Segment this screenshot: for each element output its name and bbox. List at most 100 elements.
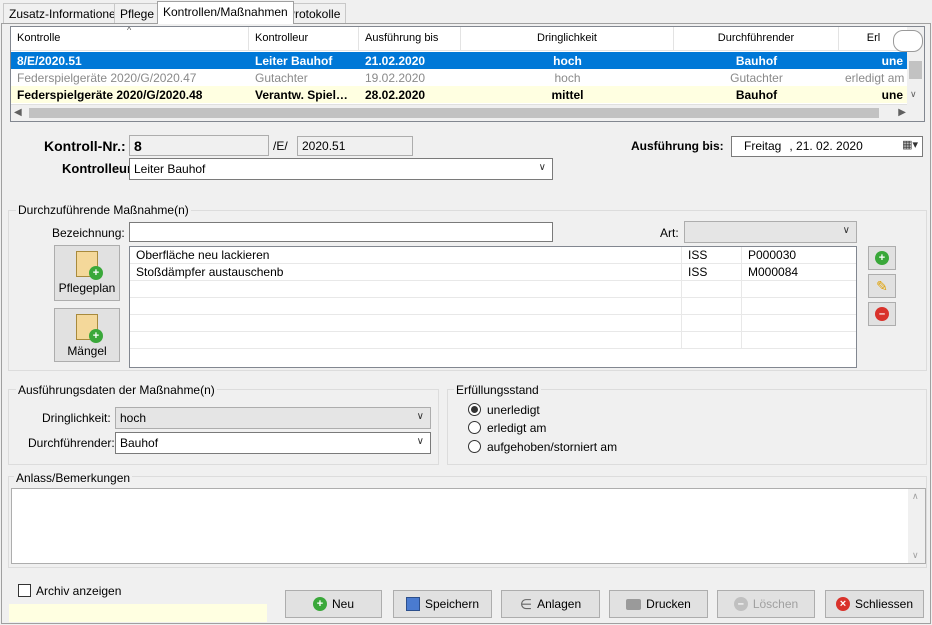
anlass-textarea[interactable]: ∧ ∨ [11,488,926,564]
anlass-scrollbar[interactable]: ∧ ∨ [908,489,925,563]
column-header-ausfuehrung-bis[interactable]: Ausführung bis [359,27,461,51]
save-icon [405,597,420,611]
anlagen-button[interactable]: ∈ Anlagen [501,590,600,618]
neu-button[interactable]: + Neu [285,590,382,618]
scroll-up-icon[interactable]: ∧ [912,491,919,502]
speichern-button[interactable]: Speichern [393,590,492,618]
drucken-button[interactable]: Drucken [609,590,708,618]
massnahme-bezeichnung: Stoßdämpfer austauschenb [130,264,682,281]
horizontal-scrollbar[interactable]: ◀ ▶ [11,104,909,121]
ausfuehrung-bis-label: Ausführung bis: [631,139,724,153]
remove-massnahme-button[interactable]: – [868,302,896,326]
massnahme-nummer: P000030 [748,248,797,262]
cell-erledigt: une [881,88,903,102]
comment-bubble-icon[interactable] [893,30,923,52]
cell-erledigt: erledigt am [845,71,905,85]
list-empty-row [130,315,856,332]
massnahme-bezeichnung: Oberfläche neu lackieren [130,247,682,264]
anlass-label: Anlass/Bemerkungen [14,471,133,485]
scroll-right-icon[interactable]: ▶ [898,107,906,118]
massnahmen-list[interactable]: Oberfläche neu lackieren ISS P000030 Sto… [129,246,857,368]
ausfuehrung-bis-datepicker[interactable]: Freitag , 21. 02. 2020 ▦▾ [731,136,923,157]
massnahme-nummer: M000084 [748,265,799,279]
bezeichnung-label: Bezeichnung: [52,226,125,240]
loeschen-button[interactable]: – Löschen [717,590,815,618]
list-empty-row [130,298,856,315]
date-value: , 21. 02. 2020 [789,139,863,153]
chevron-down-icon: ∨ [416,436,424,447]
dringlichkeit-label: Dringlichkeit: [42,411,111,425]
radio-unerledigt[interactable] [468,403,481,416]
kontroll-nr-field[interactable]: 8 [129,135,269,156]
durchfuehrender-select[interactable]: Bauhof ∨ [115,432,431,454]
pflegeplan-label: Pflegeplan [58,281,116,295]
date-weekday: Freitag [744,139,782,153]
scroll-down-icon[interactable]: ∨ [910,89,917,100]
remove-icon: – [733,597,748,611]
add-icon: + [89,329,103,343]
maengel-button[interactable]: + Mängel [54,308,120,362]
archiv-label[interactable]: Archiv anzeigen [36,584,121,598]
tab-kontrollen-massnahmen[interactable]: Kontrollen/Maßnahmen [157,1,294,24]
radio-erledigt-am[interactable] [468,421,481,434]
massnahme-group-label: Durchzuführende Maßnahme(n) [16,203,191,217]
add-massnahme-button[interactable]: + [868,246,896,270]
chevron-down-icon: ∨ [538,162,546,173]
remove-icon: – [875,307,889,321]
scroll-down-icon[interactable]: ∨ [912,550,919,561]
clipboard-add-icon: + [76,251,103,280]
durchfuehrender-label: Durchführender: [28,436,115,450]
cell-erledigt: une [881,54,903,68]
list-item[interactable]: Stoßdämpfer austauschenb ISS M000084 [130,264,856,281]
list-empty-row [130,281,856,298]
kontrollen-grid[interactable]: Kontrolle ^ Kontrolleur Ausführung bis D… [10,26,925,122]
radio-aufgehoben-label[interactable]: aufgehoben/storniert am [487,440,617,454]
bezeichnung-input[interactable] [129,222,553,242]
radio-aufgehoben[interactable] [468,440,481,453]
cell-ausfuehrung-bis: 19.02.2020 [365,71,426,85]
erfuellungsstand-group-label: Erfüllungsstand [454,383,541,397]
maengel-label: Mängel [67,344,107,358]
edit-massnahme-button[interactable]: ✎ [868,274,896,298]
cell-dringlichkeit: mittel [551,88,584,102]
art-label: Art: [660,226,679,240]
clipboard-add-icon: + [76,314,103,343]
kontroll-nr-label: Kontroll-Nr.: [44,138,126,154]
pflegeplan-button[interactable]: + Pflegeplan [54,245,120,301]
dringlichkeit-select[interactable]: hoch ∨ [115,407,431,429]
radio-erledigt-am-label[interactable]: erledigt am [487,421,546,435]
kontroll-nr-separator: /E/ [273,139,288,153]
schliessen-button[interactable]: × Schliessen [825,590,924,618]
cell-durchfuehrender: Bauhof [735,54,778,68]
horizontal-scroll-thumb[interactable] [29,108,879,118]
tab-pflege[interactable]: Pflege [114,3,161,23]
table-row[interactable]: 8/E/2020.51 Leiter Bauhof 21.02.2020 hoc… [11,52,909,69]
list-item[interactable]: Oberfläche neu lackieren ISS P000030 [130,247,856,264]
tab-zusatz-informationen[interactable]: Zusatz-Informationen [3,3,129,23]
ausfuehrungsdaten-group-label: Ausführungsdaten der Maßnahme(n) [16,383,217,397]
cell-ausfuehrung-bis: 21.02.2020 [365,54,426,68]
anlagen-label: Anlagen [537,597,582,611]
drucken-label: Drucken [646,597,691,611]
table-row[interactable]: Federspielgeräte 2020/G/2020.48 Verantw.… [11,86,909,103]
column-header-kontrolleur[interactable]: Kontrolleur [249,27,359,51]
cell-kontrolleur: Gutachter [255,71,308,85]
vertical-scroll-thumb[interactable] [909,61,922,79]
column-header-dringlichkeit[interactable]: Dringlichkeit [461,27,674,51]
radio-unerledigt-label[interactable]: unerledigt [487,403,540,417]
cell-dringlichkeit: hoch [554,71,581,85]
kontroll-nr-suffix-field[interactable]: 2020.51 [297,136,413,156]
cell-kontrolleur: Verantw. Spiel… [255,88,348,102]
calendar-dropdown-icon[interactable]: ▦▾ [902,138,918,151]
close-icon: × [835,597,850,611]
cell-dringlichkeit: hoch [553,54,582,68]
art-select[interactable]: ∨ [684,221,857,243]
scroll-left-icon[interactable]: ◀ [14,107,22,118]
chevron-down-icon: ∨ [842,225,850,236]
table-row[interactable]: Federspielgeräte 2020/G/2020.47 Gutachte… [11,69,909,86]
kontrolleur-select[interactable]: Leiter Bauhof ∨ [129,158,553,180]
pencil-icon: ✎ [876,278,888,294]
archiv-checkbox[interactable] [18,584,31,597]
list-empty-row [130,332,856,349]
column-header-durchfuehrender[interactable]: Durchführender [674,27,839,51]
